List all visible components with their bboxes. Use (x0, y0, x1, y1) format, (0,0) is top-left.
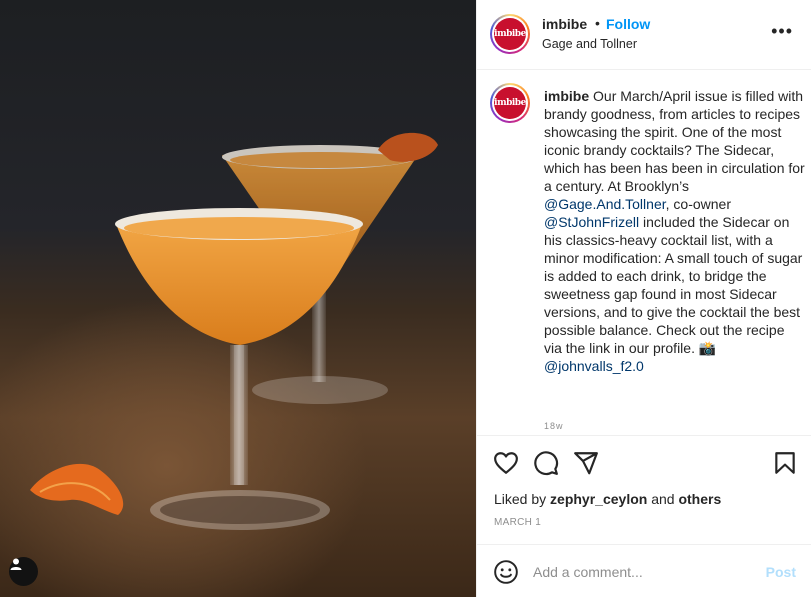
post-date[interactable]: MARCH 1 (494, 517, 541, 528)
mention-stjohnfrizell[interactable]: @StJohnFrizell (544, 214, 639, 230)
share-icon[interactable] (573, 450, 599, 476)
emoji-icon[interactable] (493, 559, 519, 585)
caption-area: imbibe imbibe Our March/April issue is f… (477, 71, 811, 431)
comment-icon[interactable] (533, 450, 559, 476)
location-link[interactable]: Gage and Tollner (542, 37, 637, 51)
liked-by-others-link[interactable]: others (678, 491, 721, 507)
action-bar (477, 435, 811, 487)
imbibe-logo: imbibe (494, 87, 526, 119)
caption-avatar[interactable]: imbibe (490, 83, 530, 123)
tagged-users-button[interactable] (9, 557, 38, 586)
post-header: imbibe imbibe • Follow Gage and Tollner … (477, 0, 811, 70)
heart-icon[interactable] (493, 450, 519, 476)
imbibe-logo: imbibe (494, 18, 526, 50)
avatar[interactable]: imbibe (490, 14, 530, 54)
separator-dot: • (595, 15, 600, 31)
comment-input[interactable] (533, 561, 753, 583)
post-side-panel: imbibe imbibe • Follow Gage and Tollner … (476, 0, 811, 597)
post-comment-button[interactable]: Post (766, 564, 796, 580)
post-image[interactable] (0, 0, 476, 597)
follow-button[interactable]: Follow (606, 16, 650, 32)
post-caption: imbibe Our March/April issue is filled w… (544, 87, 806, 375)
username-link[interactable]: imbibe (542, 16, 587, 32)
cocktail-illustration (30, 132, 438, 530)
caption-timestamp: 18w (544, 421, 564, 431)
caption-text: included the Sidecar on his classics-hea… (544, 214, 803, 356)
caption-username[interactable]: imbibe (544, 88, 589, 104)
user-icon (10, 558, 22, 570)
likes-summary: Liked by zephyr_ceylon and others (494, 491, 722, 507)
caption-text: , co-owner (665, 196, 731, 212)
more-options-icon[interactable]: ••• (771, 22, 793, 40)
comment-bar: Post (477, 544, 811, 597)
bookmark-icon[interactable] (772, 450, 798, 476)
mention-johnvalls[interactable]: @johnvalls_f2.0 (544, 358, 644, 374)
liked-by-user-link[interactable]: zephyr_ceylon (550, 491, 647, 507)
mention-gage-and-tollner[interactable]: @Gage.And.Tollner (544, 196, 666, 212)
